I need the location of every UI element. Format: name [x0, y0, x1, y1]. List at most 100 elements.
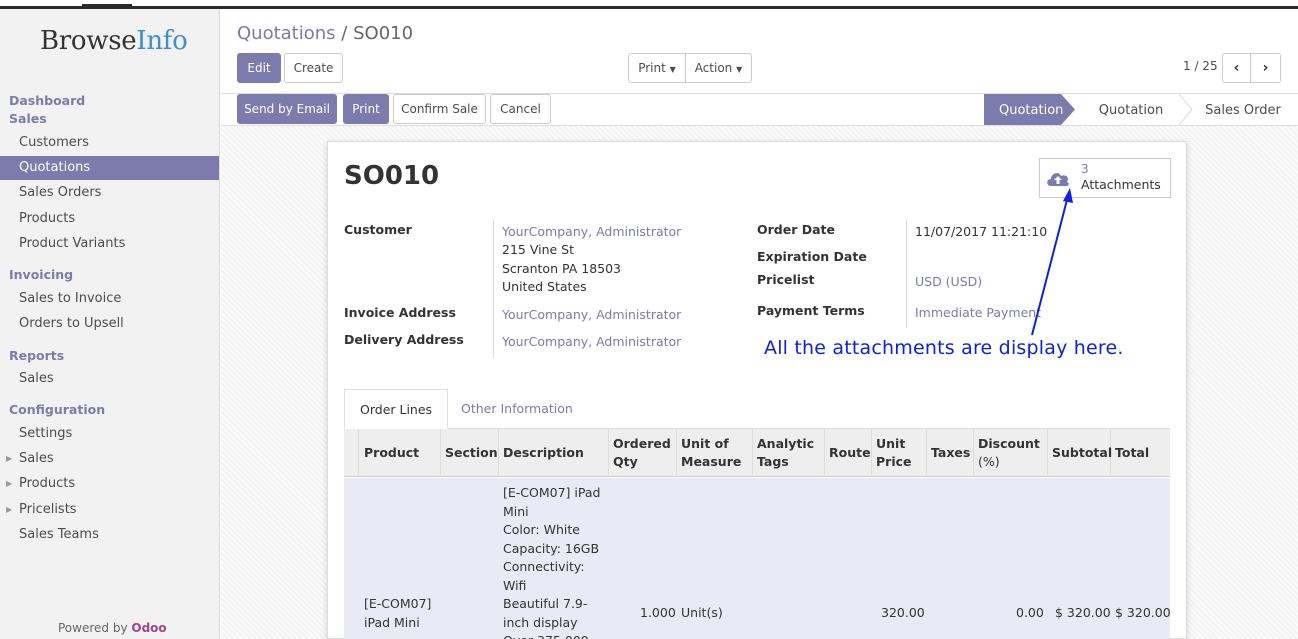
row-total: $ 320.00 — [1115, 605, 1171, 620]
stage-quotation-sent[interactable]: Quotation Sent — [1083, 95, 1179, 149]
header-line: Tags — [757, 454, 789, 469]
customer-address-line1: 215 Vine St — [502, 242, 575, 257]
sidebar-item-quotations[interactable]: Quotations — [0, 156, 219, 180]
sidebar-heading-reports[interactable]: Reports — [9, 348, 64, 363]
customer-label: Customer — [344, 222, 412, 237]
print-button[interactable]: Print — [343, 94, 389, 124]
sidebar-item-settings[interactable]: Settings — [0, 422, 219, 446]
header-line: Qty — [613, 454, 638, 469]
customer-address-line3: United States — [502, 279, 587, 294]
column-header-route[interactable]: Route — [829, 444, 871, 462]
row-unit-of-measure: Unit(s) — [681, 605, 723, 620]
cancel-button[interactable]: Cancel — [490, 94, 551, 124]
odoo-link[interactable]: Odoo — [131, 621, 166, 635]
edit-button[interactable]: Edit — [237, 53, 281, 83]
chevron-right-icon: › — [1262, 60, 1269, 76]
sidebar-heading-invoicing[interactable]: Invoicing — [9, 267, 73, 282]
column-separator — [498, 429, 499, 477]
header-line: Discount — [978, 436, 1040, 451]
column-header-subtotal[interactable]: Subtotal — [1052, 444, 1112, 462]
pager-value[interactable]: 1 / 25 — [1183, 59, 1218, 73]
column-header-ordered-qty[interactable]: Ordered Qty — [613, 435, 671, 471]
field-separator — [493, 220, 494, 358]
sidebar-item-products[interactable]: Products — [0, 207, 219, 231]
sidebar-item-sales-orders[interactable]: Sales Orders — [0, 181, 219, 205]
print-dropdown[interactable]: Print ▼ — [628, 53, 686, 83]
pager-previous-button[interactable]: ‹ — [1222, 53, 1251, 83]
column-header-discount[interactable]: Discount (%) — [978, 435, 1040, 471]
stage-quotation[interactable]: Quotation — [999, 95, 1063, 126]
header-line: Price — [876, 454, 912, 469]
tab-other-information[interactable]: Other Information — [446, 389, 588, 429]
row-description-line: Color: White — [503, 522, 580, 537]
row-description-line: Wifi — [503, 577, 527, 593]
sidebar-item-label: Products — [19, 476, 76, 491]
cloud-upload-icon — [1047, 173, 1069, 186]
header-line: Measure — [681, 454, 742, 469]
sidebar-item-config-sales[interactable]: ▶ Sales — [0, 447, 219, 471]
pricelist-link[interactable]: USD (USD) — [915, 274, 982, 289]
sidebar-item-sales-to-invoice[interactable]: Sales to Invoice — [0, 287, 219, 311]
sidebar-item-sales-teams[interactable]: Sales Teams — [0, 523, 219, 547]
customer-address-line2: Scranton PA 18503 — [502, 261, 622, 276]
invoice-address-link[interactable]: YourCompany, Administrator — [502, 307, 681, 322]
invoice-address-label: Invoice Address — [344, 305, 456, 320]
row-unit-price: 320.00 — [881, 605, 925, 620]
caret-down-icon: ▼ — [669, 65, 676, 74]
column-separator — [1047, 429, 1048, 477]
print-dropdown-label: Print — [638, 61, 666, 75]
delivery-address-link[interactable]: YourCompany, Administrator — [502, 334, 681, 349]
payment-terms-label: Payment Terms — [757, 303, 865, 318]
column-header-unit-price[interactable]: Unit Price — [876, 435, 912, 471]
row-subtotal: $ 320.00 — [1055, 605, 1111, 620]
breadcrumb-separator: / — [341, 23, 348, 44]
top-bar-tab — [82, 4, 132, 7]
breadcrumb-quotations[interactable]: Quotations — [237, 23, 336, 44]
send-by-email-button[interactable]: Send by Email — [237, 94, 337, 124]
action-dropdown[interactable]: Action ▼ — [685, 53, 752, 83]
column-separator — [676, 429, 677, 477]
column-header-section[interactable]: Section — [445, 444, 498, 462]
sidebar-item-label: Sales — [19, 451, 54, 466]
stage-sales-order[interactable]: Sales Order — [1204, 95, 1282, 126]
row-description-line: Connectivity: — [503, 559, 585, 574]
payment-terms-link[interactable]: Immediate Payment — [915, 305, 1041, 320]
brand-suffix: Info — [136, 26, 188, 56]
header-line: Ordered — [613, 436, 671, 451]
tab-order-lines[interactable]: Order Lines — [344, 389, 449, 429]
create-button[interactable]: Create — [284, 53, 343, 83]
column-header-unit-of-measure[interactable]: Unit of Measure — [681, 435, 741, 471]
pager-next-button[interactable]: › — [1250, 53, 1281, 83]
column-header-total[interactable]: Total — [1115, 444, 1149, 462]
sidebar-heading-sales[interactable]: Sales — [9, 111, 47, 126]
sidebar-item-reports-sales[interactable]: Sales — [0, 367, 219, 391]
column-separator — [608, 429, 609, 477]
row-product: [E-COM07] iPad Mini — [364, 595, 431, 632]
sidebar-item-dashboard[interactable]: Dashboard — [9, 93, 85, 108]
sidebar-item-product-variants[interactable]: Product Variants — [0, 232, 219, 256]
column-separator — [926, 429, 927, 477]
column-header-taxes[interactable]: Taxes — [931, 444, 970, 462]
row-ordered-qty: 1.000 — [640, 605, 676, 620]
order-date-label: Order Date — [757, 222, 835, 237]
sidebar-item-orders-to-upsell[interactable]: Orders to Upsell — [0, 312, 219, 336]
attachments-count: 3 — [1081, 162, 1089, 176]
column-header-description[interactable]: Description — [503, 444, 584, 462]
column-header-analytic-tags[interactable]: Analytic Tags — [757, 435, 814, 471]
sidebar-item-customers[interactable]: Customers — [0, 131, 219, 155]
sidebar-item-config-products[interactable]: ▶ Products — [0, 472, 219, 496]
confirm-sale-button[interactable]: Confirm Sale — [393, 94, 486, 124]
sidebar-item-pricelists[interactable]: ▶ Pricelists — [0, 498, 219, 522]
annotation-text: All the attachments are display here. — [764, 337, 1124, 359]
order-number-title: SO010 — [344, 161, 440, 191]
attachments-button[interactable]: 3 Attachments — [1039, 158, 1171, 198]
column-separator — [752, 429, 753, 477]
sidebar-heading-configuration[interactable]: Configuration — [9, 402, 105, 417]
table-row[interactable] — [344, 478, 1170, 639]
column-separator — [440, 429, 441, 477]
caret-right-icon: ▶ — [6, 479, 13, 488]
customer-link[interactable]: YourCompany, Administrator — [502, 224, 681, 239]
brand-logo[interactable]: BrowseInfo — [40, 26, 188, 56]
row-description-line: [E-COM07] iPad — [503, 485, 601, 500]
column-header-product[interactable]: Product — [364, 444, 419, 462]
